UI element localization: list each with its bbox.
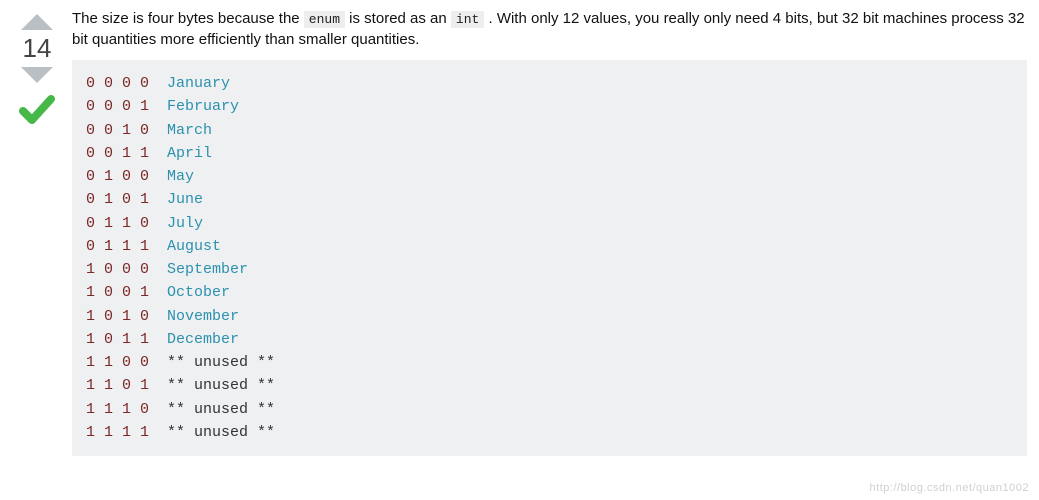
answer-post: 14 The size is four bytes because the en… — [12, 8, 1027, 456]
code-row-label: October — [167, 284, 230, 301]
answer-text-1: The size is four bytes because the — [72, 10, 304, 27]
code-row-bits: 0 1 1 1 — [86, 238, 167, 255]
code-row-bits: 1 1 1 0 — [86, 401, 167, 418]
code-row-bits: 1 0 1 0 — [86, 308, 167, 325]
code-row-label: ** unused ** — [167, 401, 275, 418]
code-row-label: ** unused ** — [167, 377, 275, 394]
code-row-label: ** unused ** — [167, 424, 275, 441]
answer-paragraph: The size is four bytes because the enum … — [72, 8, 1027, 50]
watermark-text: http://blog.csdn.net/quan1002 — [870, 482, 1029, 494]
code-row-bits: 0 1 0 1 — [86, 191, 167, 208]
answer-content: The size is four bytes because the enum … — [62, 8, 1027, 456]
code-row-bits: 1 1 0 1 — [86, 377, 167, 394]
vote-score: 14 — [23, 34, 52, 63]
code-row-bits: 1 1 0 0 — [86, 354, 167, 371]
code-row-label: September — [167, 261, 248, 278]
code-row-label: November — [167, 308, 239, 325]
answer-text-2: is stored as an — [345, 10, 451, 27]
inline-code-int: int — [451, 11, 484, 28]
code-row-bits: 0 0 1 1 — [86, 145, 167, 162]
code-row-label: December — [167, 331, 239, 348]
code-row-bits: 0 0 0 1 — [86, 98, 167, 115]
code-row-bits: 0 1 1 0 — [86, 215, 167, 232]
vote-column: 14 — [12, 8, 62, 127]
code-row-bits: 1 0 0 0 — [86, 261, 167, 278]
code-row-bits: 0 1 0 0 — [86, 168, 167, 185]
code-row-label: March — [167, 122, 212, 139]
code-row-label: ** unused ** — [167, 354, 275, 371]
code-row-bits: 1 1 1 1 — [86, 424, 167, 441]
code-row-bits: 0 0 1 0 — [86, 122, 167, 139]
accepted-checkmark-icon — [17, 93, 57, 127]
code-row-label: July — [167, 215, 203, 232]
code-row-bits: 1 0 0 1 — [86, 284, 167, 301]
code-row-label: January — [167, 75, 230, 92]
code-row-label: May — [167, 168, 194, 185]
code-row-label: April — [167, 145, 212, 162]
code-block: 0 0 0 0 January 0 0 0 1 February 0 0 1 0… — [72, 60, 1027, 456]
code-row-label: June — [167, 191, 203, 208]
downvote-button[interactable] — [19, 65, 55, 85]
code-row-bits: 1 0 1 1 — [86, 331, 167, 348]
code-row-bits: 0 0 0 0 — [86, 75, 167, 92]
inline-code-enum: enum — [304, 11, 345, 28]
code-row-label: August — [167, 238, 221, 255]
code-row-label: February — [167, 98, 239, 115]
upvote-button[interactable] — [19, 12, 55, 32]
